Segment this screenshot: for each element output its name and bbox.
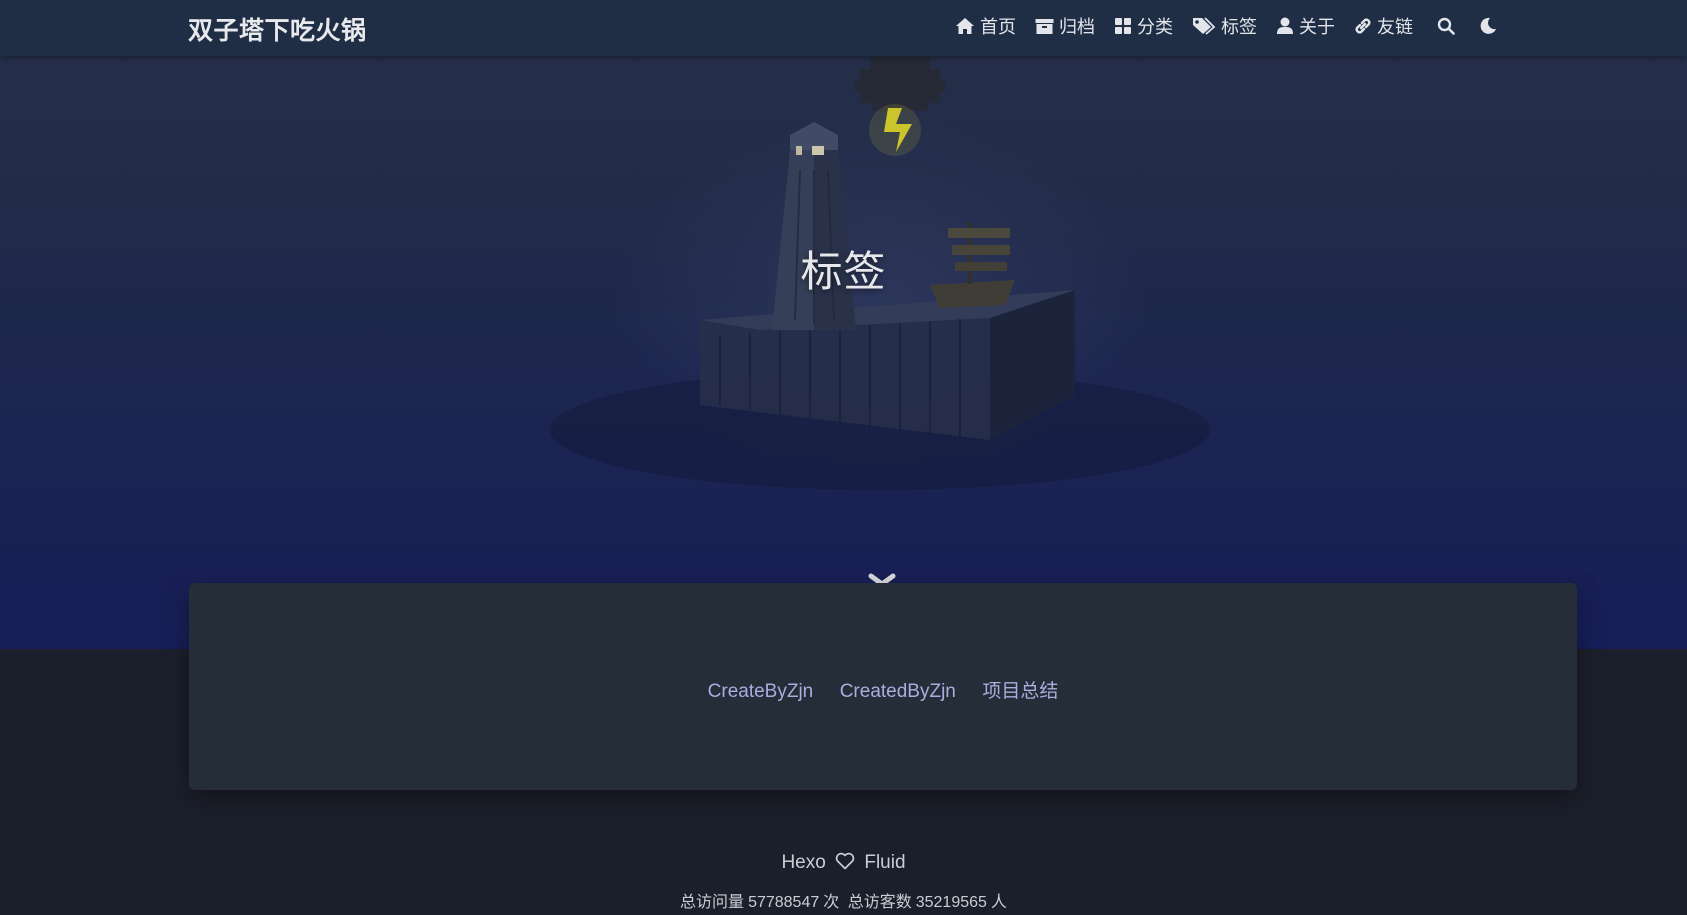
visitors-label: 总访客数	[847, 894, 912, 911]
tag-link[interactable]: 项目总结	[982, 676, 1058, 703]
visitors-value: 35219565	[915, 894, 987, 911]
site-brand[interactable]: 双子塔下吃火锅	[188, 11, 367, 47]
navbar: 双子塔下吃火锅 首页 归档 分类 标签 关于 友链	[0, 0, 1687, 56]
tag-icon	[1193, 17, 1216, 35]
page-views-value: 57788547	[748, 894, 820, 911]
tag-link[interactable]: CreateByZjn	[708, 681, 814, 703]
nav-item-label: 关于	[1299, 17, 1335, 37]
visitors-unit: 人	[990, 894, 1007, 911]
theme-toggle-button[interactable]	[1479, 17, 1497, 35]
page-views-unit: 次	[823, 894, 840, 911]
footer-statistics: 总访问量 57788547 次 总访客数 35219565 人	[0, 888, 1687, 912]
tag-link[interactable]: CreatedByZjn	[840, 681, 956, 703]
archive-icon	[1035, 18, 1054, 34]
page-title: 标签	[800, 248, 887, 295]
page-views-label: 总访问量	[680, 894, 745, 911]
search-button[interactable]	[1437, 17, 1455, 35]
moon-icon	[1480, 17, 1496, 34]
user-icon	[1277, 17, 1293, 34]
tag-cloud-card: CreateByZjn CreatedByZjn 项目总结	[189, 583, 1577, 790]
footer-powered-by: Hexo Fluid	[0, 852, 1687, 874]
nav-item-label: 首页	[980, 17, 1016, 37]
nav-item-home[interactable]: 首页	[955, 13, 1016, 39]
nav-menu: 首页 归档 分类 标签 关于 友链	[936, 0, 1497, 52]
nav-item-category[interactable]: 分类	[1114, 13, 1173, 39]
nav-item-label: 标签	[1221, 17, 1257, 37]
banner: 标签	[0, 0, 1687, 649]
nav-item-archive[interactable]: 归档	[1035, 13, 1095, 39]
nav-item-tags[interactable]: 标签	[1192, 13, 1257, 39]
category-icon	[1115, 18, 1131, 34]
nav-item-about[interactable]: 关于	[1276, 13, 1335, 39]
hexo-link[interactable]: Hexo	[781, 852, 825, 873]
nav-item-label: 归档	[1059, 17, 1095, 37]
banner-overlay	[0, 0, 1687, 649]
link-icon	[1355, 18, 1371, 34]
nav-item-label: 分类	[1137, 17, 1173, 37]
heart-icon	[835, 852, 855, 870]
search-icon	[1437, 17, 1455, 35]
home-icon	[956, 18, 974, 34]
fluid-link[interactable]: Fluid	[864, 852, 905, 873]
tag-cloud: CreateByZjn CreatedByZjn 项目总结	[189, 676, 1577, 703]
nav-item-label: 友链	[1377, 17, 1413, 37]
nav-item-links[interactable]: 友链	[1354, 13, 1413, 39]
